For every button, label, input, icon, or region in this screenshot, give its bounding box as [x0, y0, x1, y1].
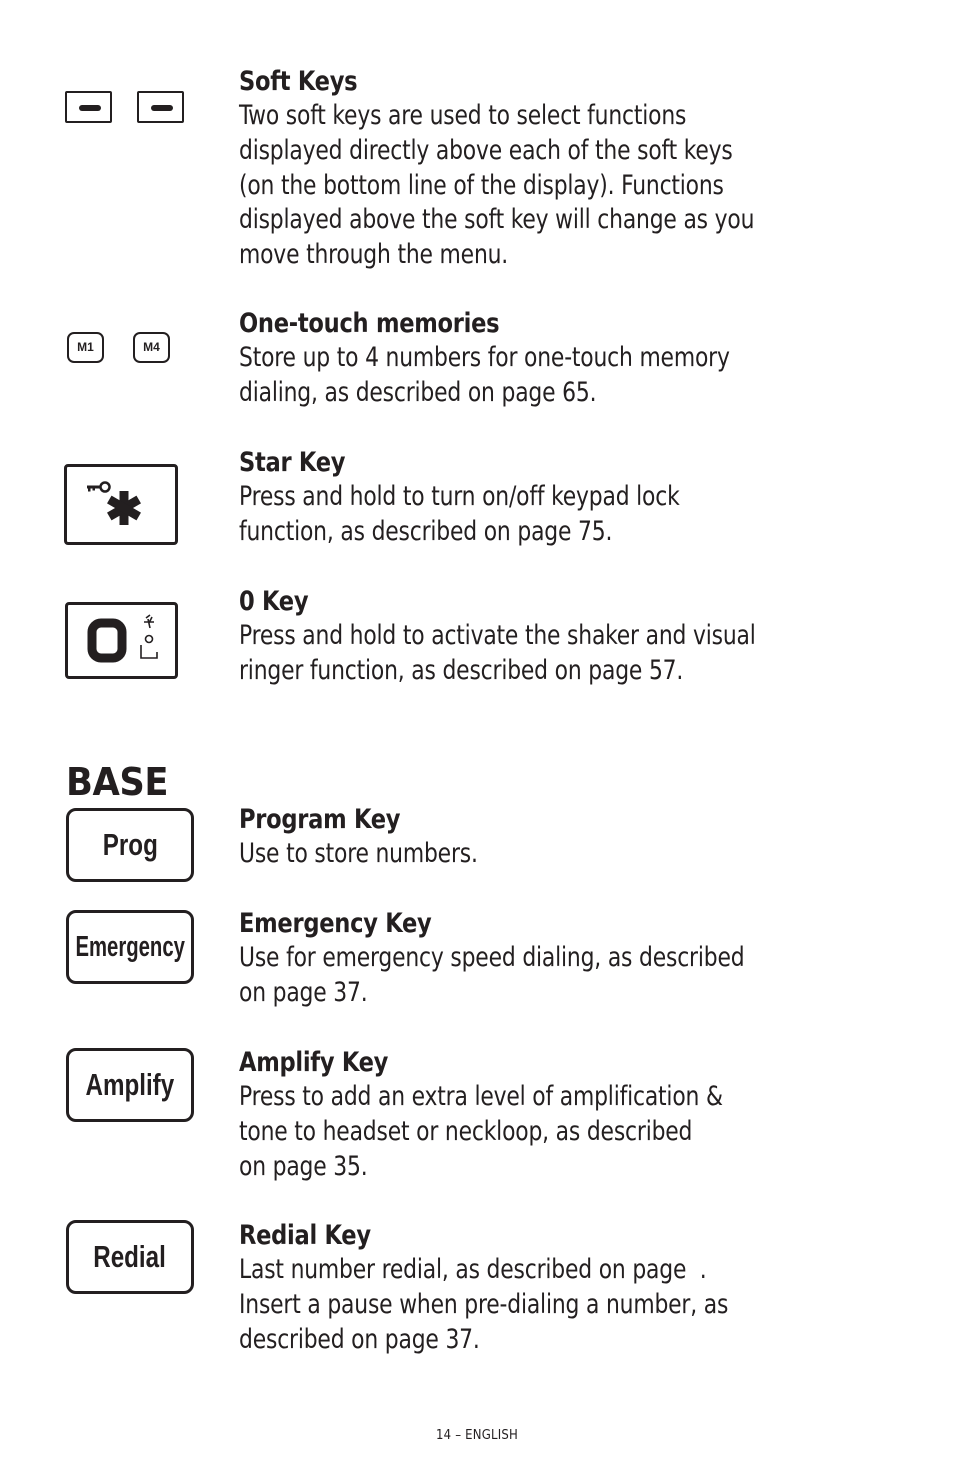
description-line: displayed directly above each of the sof…	[239, 134, 733, 166]
key-label: Prog	[102, 827, 158, 862]
entry-description: Use to store numbers.	[239, 837, 899, 872]
m4-key-icon: M4	[133, 332, 170, 363]
description-line: described on page 37.	[239, 1323, 480, 1355]
entry-description: Use for emergency speed dialing, as desc…	[239, 941, 899, 1011]
description-line: Last number redial, as described on page…	[239, 1254, 707, 1285]
key-label: Emergency	[75, 930, 185, 963]
entry-description: Last number redial, as described on page…	[239, 1253, 899, 1357]
description-line: Two soft keys are used to select functio…	[239, 100, 687, 131]
description-line: displayed above the soft key will change…	[239, 204, 755, 236]
entry-title: 0 Key	[239, 586, 309, 617]
description-line: Press to add an extra level of amplifica…	[239, 1081, 723, 1112]
entry-title: Soft Keys	[239, 66, 358, 97]
entry-title: Emergency Key	[239, 908, 432, 939]
description-line: (on the bottom line of the display). Fun…	[239, 169, 724, 201]
amplify-key-icon: Amplify	[66, 1048, 194, 1122]
section-heading-base: BASE	[66, 760, 169, 804]
entry-description: Press and hold to turn on/off keypad loc…	[239, 480, 899, 550]
description-line: on page 35.	[239, 1150, 368, 1182]
description-line: Use to store numbers.	[239, 838, 478, 869]
description-line: Insert a pause when pre-dialing a number…	[239, 1288, 729, 1320]
entry-description: Press and hold to activate the shaker an…	[239, 619, 899, 689]
page-footer: 14 – ENGLISH	[436, 1428, 518, 1443]
redial-key-icon: Redial	[66, 1220, 194, 1294]
entry-description: Store up to 4 numbers for one-touch memo…	[239, 341, 899, 411]
description-line: move through the menu.	[239, 239, 509, 271]
description-line: function, as described on page 75.	[239, 515, 613, 547]
description-line: tone to headset or neckloop, as describe…	[239, 1115, 693, 1147]
entry-title: One-touch memories	[239, 308, 500, 339]
description-line: ringer function, as described on page 57…	[239, 654, 684, 686]
description-line: Store up to 4 numbers for one-touch memo…	[239, 342, 730, 373]
prog-key-icon: Prog	[66, 808, 194, 882]
description-line: dialing, as described on page 65.	[239, 376, 597, 408]
key-label: Redial	[93, 1239, 167, 1274]
left-soft-key-icon	[65, 91, 112, 123]
zero-shaker-glyph-icon	[87, 614, 158, 663]
description-line: Press and hold to turn on/off keypad loc…	[239, 481, 680, 512]
description-line: Use for emergency speed dialing, as desc…	[239, 942, 745, 973]
entry-title: Program Key	[239, 804, 401, 835]
description-line: Press and hold to activate the shaker an…	[239, 620, 756, 651]
entry-description: Press to add an extra level of amplifica…	[239, 1080, 899, 1184]
entry-title: Redial Key	[239, 1220, 371, 1251]
entry-title: Amplify Key	[239, 1047, 389, 1078]
entry-title: Star Key	[239, 447, 346, 478]
m1-key-icon: M1	[67, 332, 104, 363]
emergency-key-icon: Emergency	[66, 910, 194, 984]
description-line: on page 37.	[239, 976, 368, 1008]
right-soft-key-icon	[137, 91, 184, 123]
entry-description: Two soft keys are used to select functio…	[239, 99, 899, 273]
key-label: Amplify	[85, 1067, 175, 1102]
key-lock-star-icon	[87, 481, 141, 525]
manual-page: Soft Keys Two soft keys are used to sele…	[0, 0, 954, 1475]
